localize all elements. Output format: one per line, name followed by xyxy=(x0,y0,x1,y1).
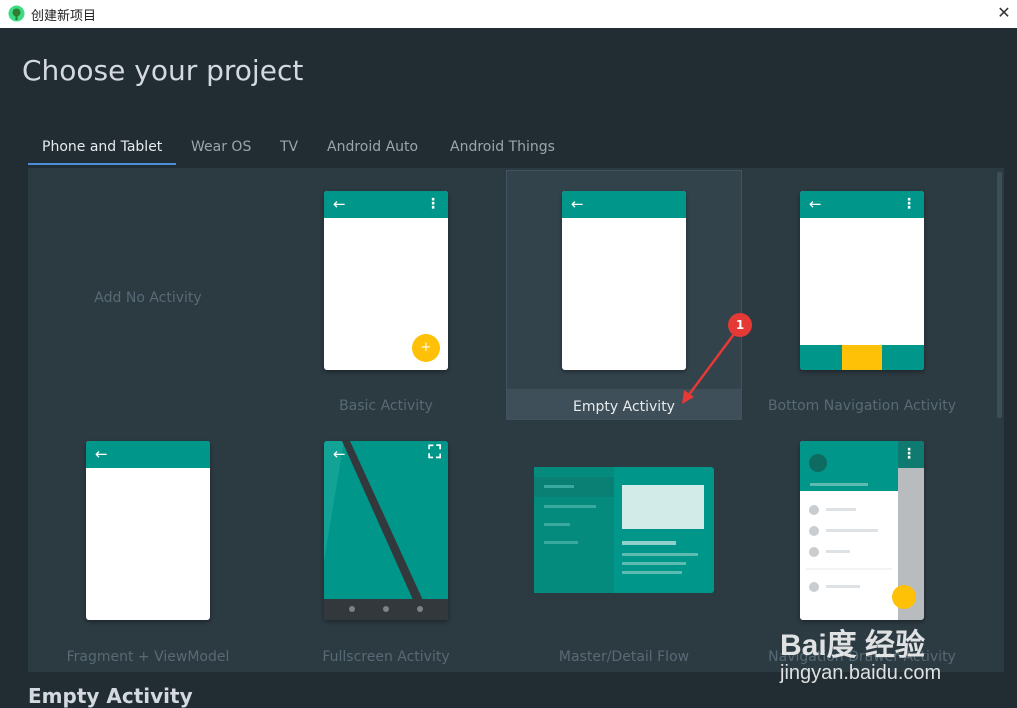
template-label: Add No Activity xyxy=(94,290,202,306)
bottom-nav-bar xyxy=(800,345,924,370)
active-tab-indicator xyxy=(28,163,176,165)
gallery-scrollbar[interactable] xyxy=(997,172,1002,418)
app-bar: ← ⋮ xyxy=(324,191,448,218)
app-bar: ← xyxy=(86,441,210,468)
back-arrow-icon: ← xyxy=(809,195,822,213)
template-master-detail-flow[interactable]: Master/Detail Flow xyxy=(506,421,742,671)
window-titlebar: 创建新项目 ✕ xyxy=(0,0,1017,28)
watermark-url: jingyan.baidu.com xyxy=(780,662,942,684)
drawer-illustration xyxy=(800,441,924,620)
tab-phone-and-tablet[interactable]: Phone and Tablet xyxy=(42,131,162,163)
phone-preview: ← xyxy=(562,191,686,370)
tablet-preview xyxy=(534,467,714,593)
template-add-no-activity[interactable]: Add No Activity xyxy=(30,170,266,420)
back-arrow-icon: ← xyxy=(571,195,584,213)
page-title: Choose your project xyxy=(22,54,304,87)
annotation-badge: 1 xyxy=(728,313,752,337)
template-empty-activity[interactable]: ← Empty Activity xyxy=(506,170,742,420)
phone-preview: ← xyxy=(86,441,210,620)
back-arrow-icon: ← xyxy=(95,445,108,463)
fullscreen-illustration xyxy=(324,441,448,620)
fab-add-icon: + xyxy=(412,334,440,362)
template-bottom-navigation-activity[interactable]: ← ⋮ Bottom Navigation Activity xyxy=(744,170,980,420)
baidu-jingyan-watermark: Bai度 经验 jingyan.baidu.com xyxy=(780,610,980,690)
phone-preview: ← ⛶ xyxy=(324,441,448,620)
template-label: Bottom Navigation Activity xyxy=(767,398,957,414)
app-bar: ← xyxy=(562,191,686,218)
template-label: Master/Detail Flow xyxy=(558,649,690,665)
template-fragment-viewmodel[interactable]: ← Fragment + ViewModel xyxy=(30,421,266,671)
template-label: Basic Activity xyxy=(339,398,433,414)
template-label: Fragment + ViewModel xyxy=(66,649,230,665)
template-label: Empty Activity xyxy=(573,399,675,415)
back-arrow-icon: ← xyxy=(333,445,346,463)
overflow-menu-icon: ⋮ xyxy=(902,196,916,212)
tab-android-things[interactable]: Android Things xyxy=(450,131,555,163)
phone-preview: ⋮ xyxy=(800,441,924,620)
close-button[interactable]: ✕ xyxy=(991,0,1017,28)
app-bar: ← ⋮ xyxy=(800,191,924,218)
tab-tv[interactable]: TV xyxy=(280,131,298,163)
fullscreen-icon: ⛶ xyxy=(428,442,441,463)
android-studio-icon xyxy=(8,5,25,22)
selected-template-title: Empty Activity xyxy=(28,684,193,708)
template-gallery: Add No Activity ← ⋮ + Basic Activity ← E… xyxy=(28,168,1004,672)
tab-android-auto[interactable]: Android Auto xyxy=(327,131,418,163)
back-arrow-icon: ← xyxy=(333,195,346,213)
template-basic-activity[interactable]: ← ⋮ + Basic Activity xyxy=(268,170,504,420)
overflow-menu-icon: ⋮ xyxy=(902,446,916,462)
watermark-logo: Bai度 经验 xyxy=(780,629,926,662)
template-fullscreen-activity[interactable]: ← ⛶ Fullscreen Activity xyxy=(268,421,504,671)
template-label: Fullscreen Activity xyxy=(322,649,450,665)
phone-preview: ← ⋮ + xyxy=(324,191,448,370)
tab-wear-os[interactable]: Wear OS xyxy=(191,131,251,163)
phone-preview: ← ⋮ xyxy=(800,191,924,370)
overflow-menu-icon: ⋮ xyxy=(426,196,440,212)
window-title: 创建新项目 xyxy=(31,9,97,24)
